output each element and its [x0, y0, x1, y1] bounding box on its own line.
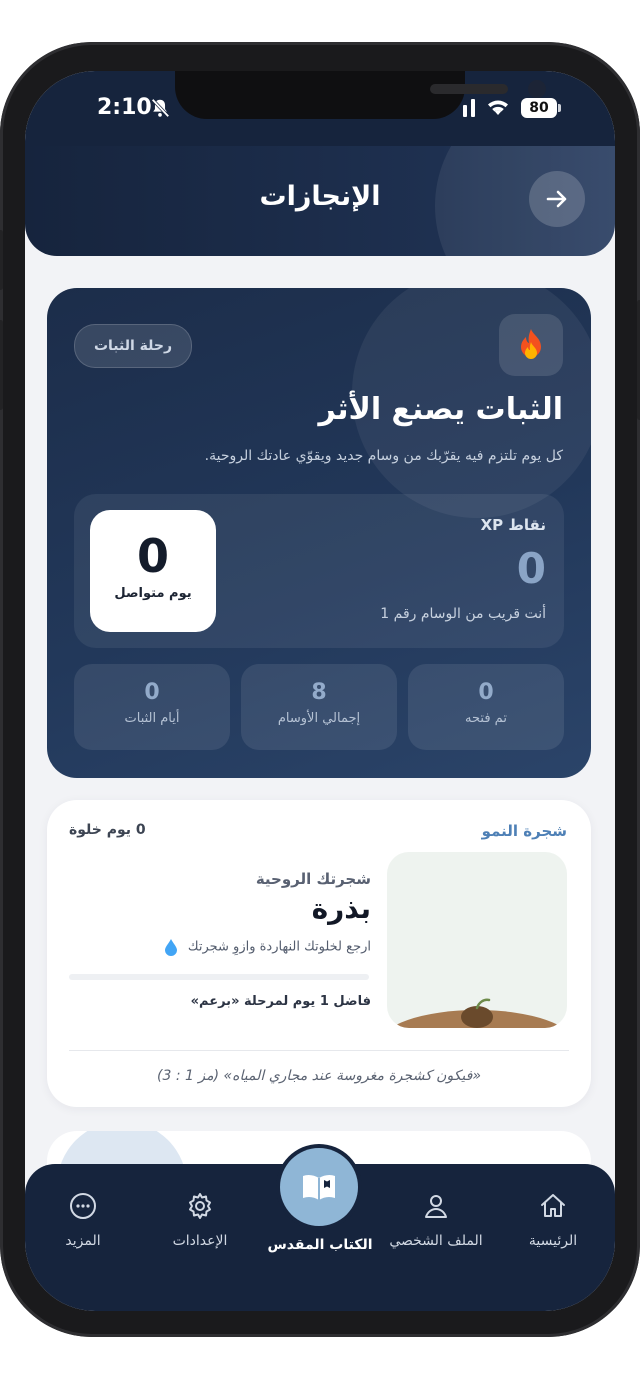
hero-subtitle: كل يوم تلتزم فيه يقرّبك من وسام جديد ويق…	[204, 448, 563, 464]
home-icon	[541, 1194, 565, 1217]
nav-label: الإعدادات	[172, 1233, 228, 1249]
journey-badge: رحلة الثبات	[74, 324, 192, 368]
page-title: الإنجازات	[259, 181, 381, 212]
xp-value: 0	[516, 544, 546, 593]
stat-streak-days: 0 أيام الثبات	[74, 664, 230, 750]
user-icon	[425, 1195, 447, 1218]
side-button	[0, 320, 3, 410]
tree-illustration	[387, 852, 567, 1028]
status-time: 2:10	[97, 95, 152, 120]
xp-label: نقاط XP	[480, 516, 546, 534]
more-icon	[70, 1193, 96, 1219]
stage-progress-bar	[69, 974, 369, 980]
fire-icon	[521, 329, 541, 359]
bell-mute-icon	[151, 98, 170, 118]
tree-hint: ارجع لخلوتك النهاردة وازوِ شجرتك	[164, 938, 371, 956]
next-stage-text: فاضل 1 يوم لمرحلة «برعم»	[190, 994, 371, 1009]
nav-profile[interactable]: الملف الشخصي	[381, 1191, 491, 1249]
stat-label: إجمالي الأوسام	[277, 711, 361, 726]
fire-tile	[499, 314, 563, 376]
streak-tile: 0 يوم متواصل	[90, 510, 216, 632]
nav-label: الملف الشخصي	[389, 1233, 483, 1249]
nav-more[interactable]: المزيد	[28, 1191, 138, 1249]
stat-unlocked: 0 تم فتحه	[408, 664, 564, 750]
bottom-navigation: الرئيسية الملف الشخصي الكتاب المقدس الإع	[25, 1148, 615, 1311]
stat-label: أيام الثبات	[124, 711, 180, 726]
arrow-right-icon	[546, 190, 567, 208]
speaker	[430, 84, 508, 94]
battery-indicator: 80	[521, 98, 557, 118]
streak-label: يوم متواصل	[114, 586, 192, 601]
camera	[528, 80, 546, 98]
growth-tree-card: شجرة النمو 0 يوم خلوة شجرتك الروحية بذرة…	[47, 800, 591, 1107]
wifi-icon	[488, 100, 508, 115]
nav-label: الرئيسية	[528, 1233, 578, 1249]
nav-home[interactable]: الرئيسية	[498, 1191, 608, 1249]
page-header: الإنجازات	[25, 146, 615, 256]
divider	[69, 1050, 569, 1051]
stat-value: 0	[478, 680, 494, 705]
bible-verse: «فيكون كشجرة مغروسة عند مجاري المياه» (م…	[157, 1068, 481, 1084]
achievements-hero-card: رحلة الثبات الثبات يصنع الأثر كل يوم تلت…	[47, 288, 591, 778]
streak-value: 0	[136, 529, 169, 583]
water-drop-icon	[164, 939, 177, 956]
stat-total-badges: 8 إجمالي الأوسام	[241, 664, 397, 750]
nav-bible-button[interactable]	[280, 1148, 358, 1226]
nav-label: المزيد	[65, 1233, 101, 1249]
tree-stage: بذرة	[311, 892, 371, 925]
stat-label: تم فتحه	[465, 711, 507, 726]
book-icon	[303, 1174, 335, 1200]
nav-bible-label[interactable]: الكتاب المقدس	[250, 1237, 390, 1253]
tree-subtitle: شجرتك الروحية	[255, 870, 371, 888]
battery-tip	[558, 104, 561, 112]
signal-icon	[463, 99, 475, 117]
xp-next-badge-text: أنت قريب من الوسام رقم 1	[380, 606, 546, 622]
stat-value: 0	[144, 680, 160, 705]
side-button	[0, 230, 3, 290]
tree-hint-text: ارجع لخلوتك النهاردة وازوِ شجرتك	[187, 939, 371, 955]
seed-icon	[390, 998, 564, 1028]
back-button[interactable]	[529, 171, 585, 227]
app-screen: 2:10 80 الإنجازات رحلة الثبات الثبات يصن…	[25, 71, 615, 1311]
retreat-days: 0 يوم خلوة	[69, 822, 146, 838]
stat-value: 8	[311, 680, 327, 705]
xp-panel: نقاط XP 0 أنت قريب من الوسام رقم 1 0 يوم…	[74, 494, 564, 648]
nav-settings[interactable]: الإعدادات	[145, 1191, 255, 1249]
hero-title: الثبات يصنع الأثر	[318, 392, 563, 427]
gear-icon	[189, 1193, 211, 1219]
notch	[175, 71, 546, 119]
tree-card-title: شجرة النمو	[481, 822, 567, 840]
